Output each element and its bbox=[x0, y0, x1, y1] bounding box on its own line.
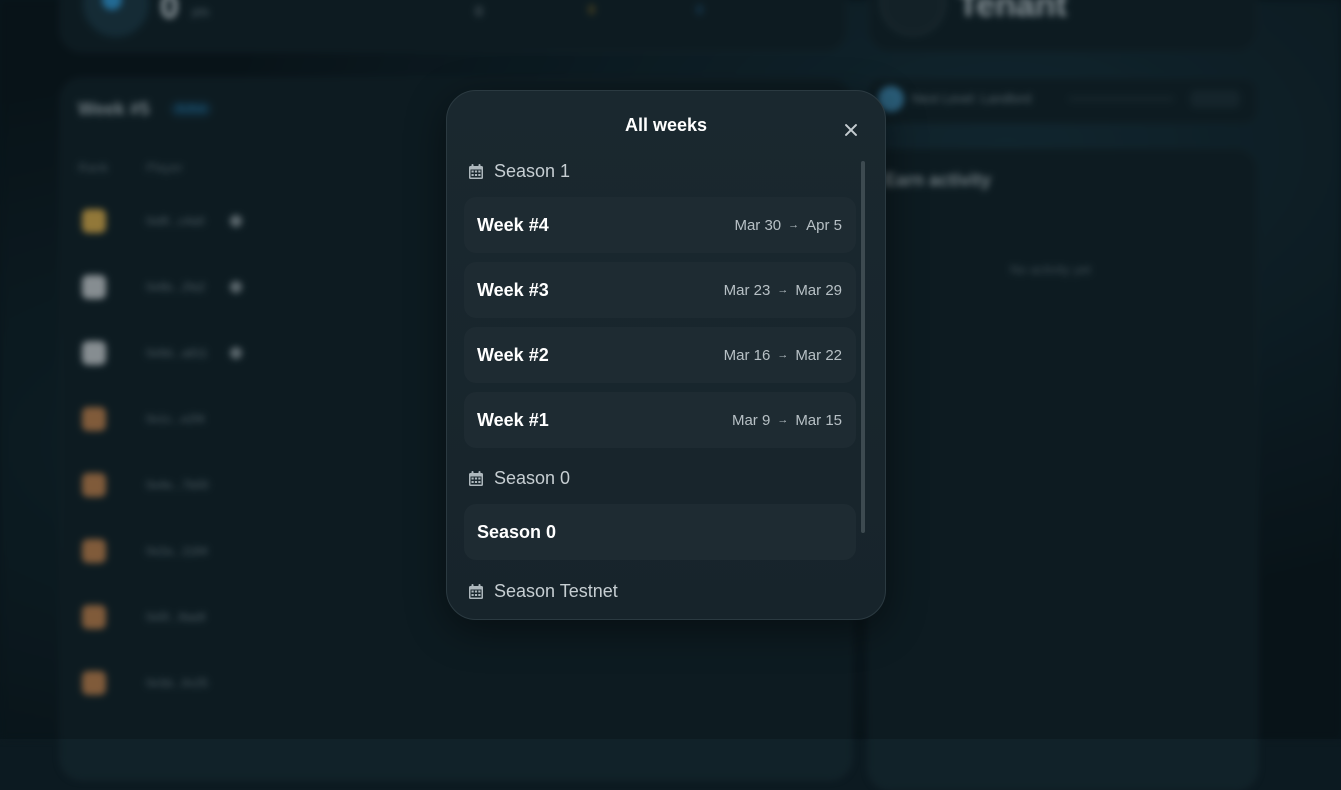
week-date-range: Mar 23 → Mar 29 bbox=[724, 282, 842, 299]
week-item-2[interactable]: Week #2 Mar 16 → Mar 22 bbox=[464, 327, 856, 383]
section-season-1: Season 1 bbox=[469, 160, 570, 182]
week-date-range: Mar 9 → Mar 15 bbox=[732, 412, 842, 429]
week-item-3[interactable]: Week #3 Mar 23 → Mar 29 bbox=[464, 262, 856, 318]
week-label: Week #3 bbox=[477, 279, 549, 300]
calendar-icon bbox=[469, 583, 483, 599]
calendar-icon bbox=[469, 163, 483, 179]
week-start: Mar 30 bbox=[734, 216, 782, 234]
week-start: Mar 23 bbox=[723, 281, 771, 299]
scrollbar[interactable] bbox=[861, 161, 865, 533]
week-label: Week #2 bbox=[477, 344, 549, 365]
week-end: Mar 29 bbox=[795, 281, 842, 299]
arrow-right-icon: → bbox=[777, 349, 789, 361]
calendar-icon bbox=[469, 470, 483, 486]
week-label: Week #1 bbox=[477, 409, 549, 430]
week-start: Mar 9 bbox=[731, 411, 771, 429]
weeks-list[interactable]: Season 1 Week #4 Mar 30 → Apr 5 Week #3 … bbox=[447, 91, 885, 619]
section-season-testnet: Season Testnet bbox=[469, 580, 618, 602]
arrow-right-icon: → bbox=[788, 219, 800, 231]
section-label: Season 1 bbox=[494, 160, 571, 181]
week-item-4[interactable]: Week #4 Mar 30 → Apr 5 bbox=[464, 197, 856, 253]
week-label: Season 0 bbox=[477, 521, 557, 542]
arrow-right-icon: → bbox=[777, 284, 789, 296]
week-date-range: Mar 30 → Apr 5 bbox=[734, 217, 842, 234]
all-weeks-modal: All weeks Season 1 Week #4 Mar 30 → Apr … bbox=[446, 90, 886, 620]
week-date-range: Mar 16 → Mar 22 bbox=[724, 347, 842, 364]
season-0-item[interactable]: Season 0 bbox=[464, 504, 856, 560]
week-end: Apr 5 bbox=[806, 216, 842, 234]
week-label: Week #4 bbox=[477, 214, 549, 235]
section-season-0: Season 0 bbox=[469, 467, 570, 489]
section-label: Season Testnet bbox=[494, 580, 618, 601]
week-start: Mar 16 bbox=[723, 346, 771, 364]
week-end: Mar 22 bbox=[795, 346, 842, 364]
section-label: Season 0 bbox=[494, 467, 571, 488]
arrow-right-icon: → bbox=[777, 414, 789, 426]
week-end: Mar 15 bbox=[795, 411, 842, 429]
week-item-1[interactable]: Week #1 Mar 9 → Mar 15 bbox=[464, 392, 856, 448]
